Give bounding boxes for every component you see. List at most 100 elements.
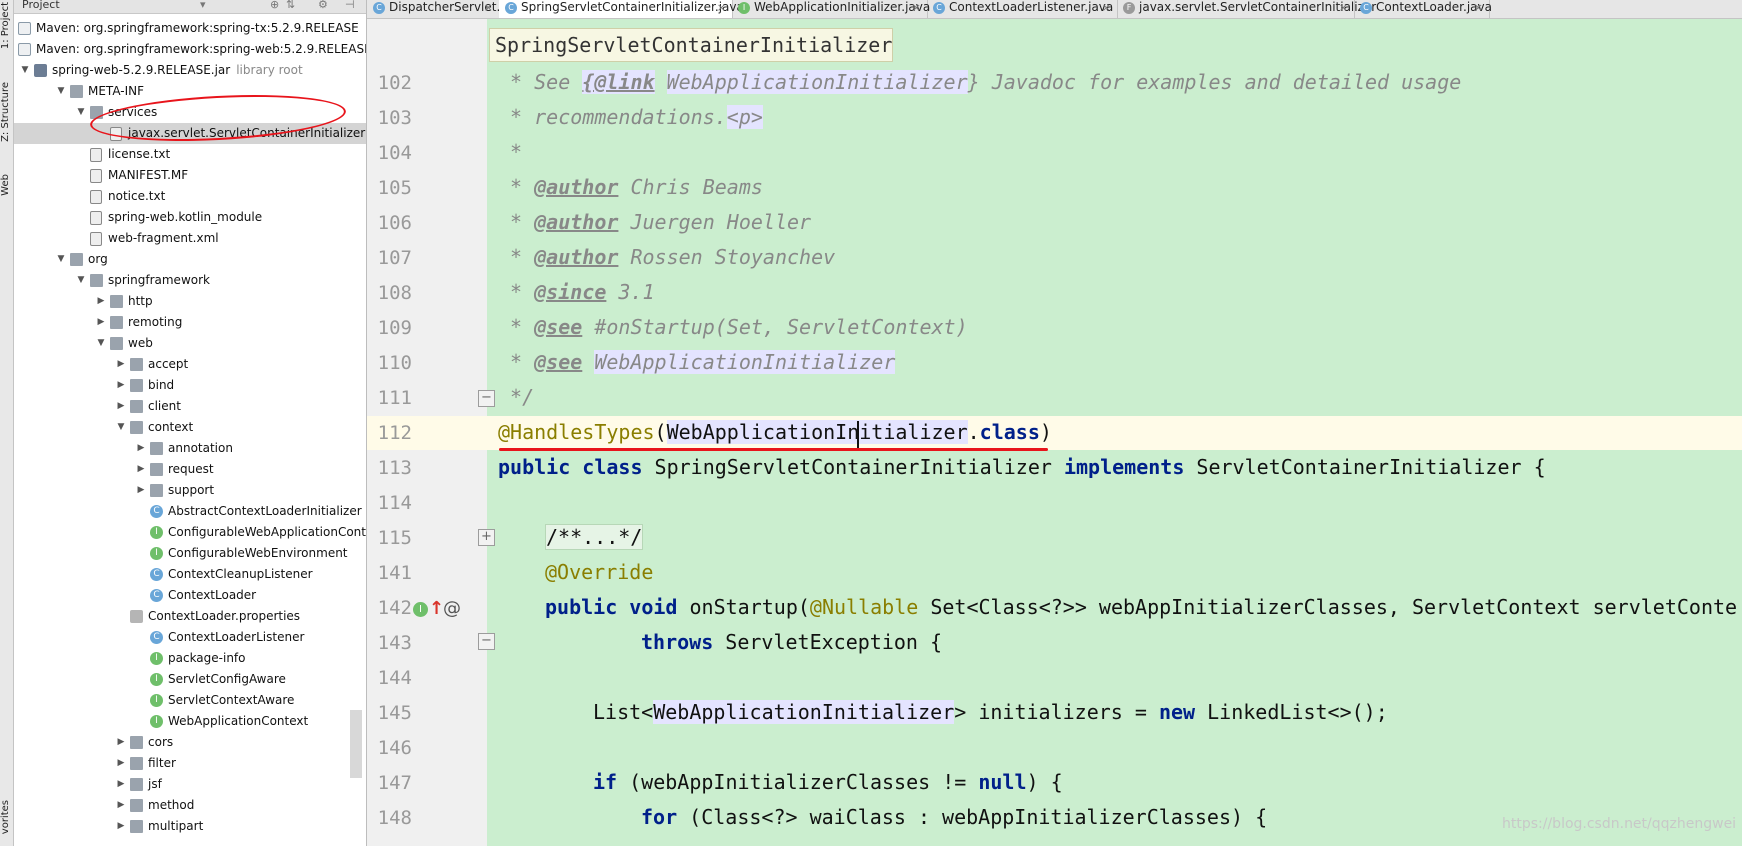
tree-item[interactable]: ▼ services	[14, 102, 366, 123]
close-tab-icon[interactable]: ×	[1102, 0, 1111, 15]
tree-item-label: notice.txt	[108, 189, 166, 203]
tree-item[interactable]: ▶ http	[14, 291, 366, 312]
tree-item[interactable]: ▶ request	[14, 459, 366, 480]
expanded-arrow-icon[interactable]: ▼	[56, 249, 66, 270]
close-tab-icon[interactable]: ×	[1474, 0, 1483, 15]
tree-item[interactable]: I WebApplicationContext	[14, 711, 366, 732]
web-tool-tab[interactable]: Web	[0, 174, 13, 196]
expanded-arrow-icon[interactable]: ▼	[20, 60, 30, 81]
collapsed-arrow-icon[interactable]: ▶	[116, 795, 126, 816]
code-text: (webAppInitializerClasses !=	[617, 770, 979, 794]
collapsed-arrow-icon[interactable]: ▶	[116, 354, 126, 375]
expanded-arrow-icon[interactable]: ▼	[76, 270, 86, 291]
tree-item[interactable]: ▼ META-INF	[14, 81, 366, 102]
code-text: (Class<?> waiClass : webAppInitializerCl…	[677, 805, 1268, 829]
tree-item[interactable]: notice.txt	[14, 186, 366, 207]
tree-item-label: AbstractContextLoaderInitializer	[168, 504, 362, 518]
editor-tab[interactable]: C ContextLoaderListener.java ×	[927, 0, 1118, 18]
close-tab-icon[interactable]: ×	[484, 0, 493, 15]
collapsed-arrow-icon[interactable]: ▶	[116, 396, 126, 417]
collapsed-arrow-icon[interactable]: ▶	[116, 816, 126, 837]
tree-item-label: ConfigurableWebEnvironment	[168, 546, 348, 560]
tree-item[interactable]: ▶ accept	[14, 354, 366, 375]
collapse-icon[interactable]: ⇅	[286, 0, 295, 11]
editor-tab[interactable]: C DispatcherServlet.java ×	[367, 0, 525, 18]
tree-item[interactable]: ▶ jsf	[14, 774, 366, 795]
tree-item[interactable]: ▼ spring-web-5.2.9.RELEASE.jar library roo…	[14, 60, 366, 81]
expanded-arrow-icon[interactable]: ▼	[76, 102, 86, 123]
tree-item[interactable]: spring-web.kotlin_module	[14, 207, 366, 228]
editor-tab[interactable]: C SpringServletContainerInitializer.java ×	[499, 0, 744, 18]
close-tab-icon[interactable]: ×	[717, 0, 726, 15]
breadcrumb: SpringServletContainerInitializer	[489, 28, 893, 62]
tree-item[interactable]: I ServletContextAware	[14, 690, 366, 711]
dropdown-icon[interactable]: ▾	[200, 0, 206, 11]
editor-tab[interactable]: Fjavax.servlet.ServletContainerInitializ…	[1117, 0, 1376, 18]
collapsed-arrow-icon[interactable]: ▶	[136, 438, 146, 459]
collapsed-arrow-icon[interactable]: ▶	[96, 312, 106, 333]
tree-item[interactable]: ContextLoader.properties	[14, 606, 366, 627]
fold-marker[interactable]: −	[478, 633, 495, 650]
folded-comment[interactable]: /**...*/	[545, 524, 644, 550]
at-annotation-icon[interactable]: @	[443, 598, 461, 619]
tree-item[interactable]: javax.servlet.ServletContainerInitialize…	[14, 123, 366, 144]
code-line-143: throws ServletException {	[641, 630, 942, 654]
tree-item[interactable]: Maven: org.springframework:spring-tx:5.2…	[14, 18, 366, 39]
collapsed-arrow-icon[interactable]: ▶	[136, 459, 146, 480]
override-up-arrow-icon[interactable]: ↑	[429, 598, 444, 619]
gear-icon[interactable]: ⚙	[318, 0, 328, 11]
tree-item[interactable]: license.txt	[14, 144, 366, 165]
tree-item[interactable]: ▶ support	[14, 480, 366, 501]
collapsed-arrow-icon[interactable]: ▶	[136, 480, 146, 501]
tree-item-label: bind	[148, 378, 175, 392]
structure-tool-tab[interactable]: Z: Structure	[0, 82, 13, 142]
code-tag: @author	[534, 210, 619, 234]
tree-item[interactable]: I ConfigurableWebEnvironment	[14, 543, 366, 564]
tree-item[interactable]: C ContextCleanupListener	[14, 564, 366, 585]
expanded-arrow-icon[interactable]: ▼	[96, 333, 106, 354]
collapsed-arrow-icon[interactable]: ▶	[116, 774, 126, 795]
locate-icon[interactable]: ⊕	[270, 0, 279, 11]
keyword: public	[498, 455, 571, 479]
project-tool-tab[interactable]: 1: Project	[0, 2, 13, 49]
tree-item[interactable]: ▶ client	[14, 396, 366, 417]
expanded-arrow-icon[interactable]: ▼	[56, 81, 66, 102]
editor-tab[interactable]: I WebApplicationInitializer.java ×	[732, 0, 930, 18]
collapsed-arrow-icon[interactable]: ▶	[96, 291, 106, 312]
tree-item[interactable]: ▶ filter	[14, 753, 366, 774]
tree-item[interactable]: C AbstractContextLoaderInitializer	[14, 501, 366, 522]
expanded-arrow-icon[interactable]: ▼	[116, 417, 126, 438]
tree-item[interactable]: ▼ web	[14, 333, 366, 354]
tree-item[interactable]: web-fragment.xml	[14, 228, 366, 249]
tree-item[interactable]: C ContextLoaderListener	[14, 627, 366, 648]
tree-item[interactable]: ▼ org	[14, 249, 366, 270]
tree-item[interactable]: ▶ bind	[14, 375, 366, 396]
expand-marker[interactable]: +	[478, 529, 495, 546]
tree-item[interactable]: ▶ cors	[14, 732, 366, 753]
code-line-115[interactable]: /**...*/	[545, 524, 644, 550]
favorites-tool-tab[interactable]: vorites	[0, 800, 13, 834]
tree-item[interactable]: ▼ context	[14, 417, 366, 438]
editor-tab[interactable]: C ContextLoader.java ×	[1354, 0, 1492, 18]
tree-item[interactable]: Ipackage-info	[14, 648, 366, 669]
tree-item[interactable]: ▶ method	[14, 795, 366, 816]
tree-item[interactable]: I ServletConfigAware	[14, 669, 366, 690]
hide-panel-icon[interactable]: ⊣	[345, 0, 355, 11]
collapsed-arrow-icon[interactable]: ▶	[116, 753, 126, 774]
tree-item[interactable]: C ContextLoader	[14, 585, 366, 606]
fold-marker[interactable]: −	[478, 390, 495, 407]
code-text: #onStartup(Set, ServletContext)	[582, 315, 968, 339]
scrollbar-thumb[interactable]	[350, 710, 362, 778]
tree-item[interactable]: ▶ multipart	[14, 816, 366, 837]
tree-item[interactable]: ▶ remoting	[14, 312, 366, 333]
tree-item[interactable]: Maven: org.springframework:spring-web:5.…	[14, 39, 366, 60]
tree-item[interactable]: I ConfigurableWebApplicationContext	[14, 522, 366, 543]
close-tab-icon[interactable]: ×	[1339, 0, 1348, 15]
collapsed-arrow-icon[interactable]: ▶	[116, 375, 126, 396]
close-tab-icon[interactable]: ×	[912, 0, 921, 15]
tree-item[interactable]: MANIFEST.MF	[14, 165, 366, 186]
implements-icon[interactable]: I	[413, 602, 428, 617]
tree-item[interactable]: ▶ annotation	[14, 438, 366, 459]
collapsed-arrow-icon[interactable]: ▶	[116, 732, 126, 753]
tree-item[interactable]: ▼ springframework	[14, 270, 366, 291]
